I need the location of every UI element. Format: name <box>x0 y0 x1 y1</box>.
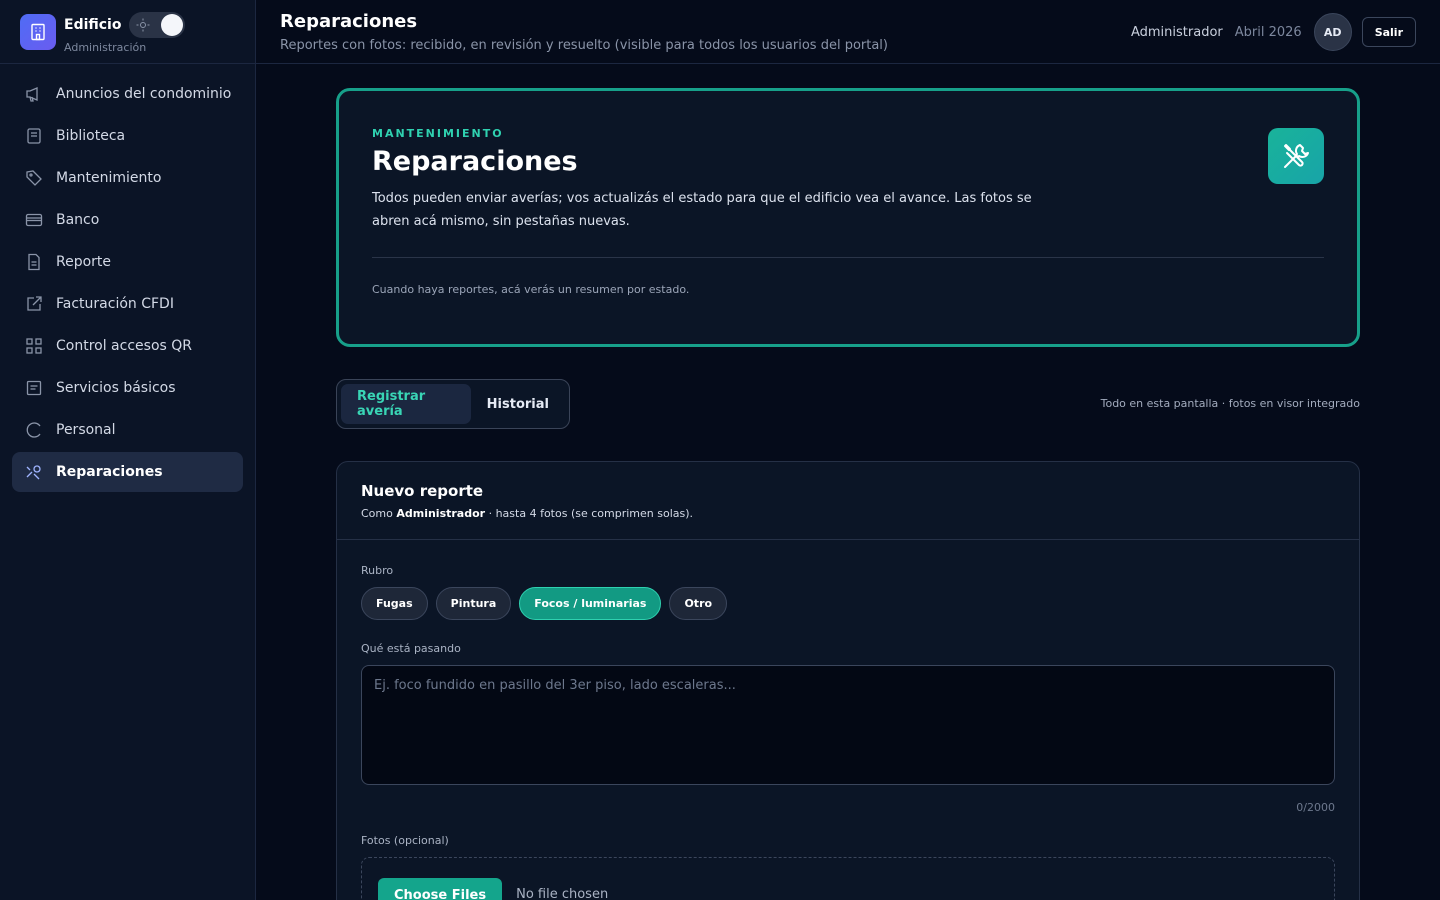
sidebar-item-label: Personal <box>56 422 116 438</box>
megaphone-icon <box>24 84 44 104</box>
new-report-card: Nuevo reporte Como Administrador · hasta… <box>336 461 1360 900</box>
building-icon <box>20 13 56 50</box>
sidebar-item-servicios[interactable]: Servicios básicos <box>12 368 243 408</box>
hero-eyebrow: MANTENIMIENTO <box>372 127 504 140</box>
chip-focos-luminarias[interactable]: Focos / luminarias <box>519 587 662 620</box>
sidebar-item-label: Reparaciones <box>56 464 163 480</box>
tab-historial[interactable]: Historial <box>471 384 565 424</box>
meta-suffix: · hasta 4 fotos (se comprimen solas). <box>488 507 694 520</box>
sidebar-item-facturacion[interactable]: Facturación CFDI <box>12 284 243 324</box>
page-title: Reparaciones <box>280 11 418 32</box>
avatar[interactable]: AD <box>1313 13 1352 51</box>
card-icon <box>24 210 44 230</box>
photos-label: Fotos (opcional) <box>361 834 449 847</box>
loading-icon <box>24 420 44 440</box>
sidebar-item-anuncios[interactable]: Anuncios del condominio <box>12 74 243 114</box>
logout-button[interactable]: Salir <box>1361 17 1416 47</box>
sidebar-item-label: Control accesos QR <box>56 338 192 354</box>
choose-files-button[interactable]: Choose Files <box>378 878 503 900</box>
sidebar-item-control-accesos[interactable]: Control accesos QR <box>12 326 243 366</box>
meta-user: Administrador <box>396 507 486 520</box>
toggle-knob <box>161 13 184 36</box>
sidebar-item-personal[interactable]: Personal <box>12 410 243 450</box>
current-month: Abril 2026 <box>1234 24 1302 40</box>
page-subtitle: Reportes con fotos: recibido, en revisió… <box>280 38 888 53</box>
hero-title: Reparaciones <box>372 146 578 177</box>
brand: Edificio Administración <box>0 0 255 64</box>
user-role: Administrador <box>1130 24 1223 40</box>
sidebar-item-banco[interactable]: Banco <box>12 200 243 240</box>
meta-prefix: Como <box>361 507 393 520</box>
sidebar-nav: Anuncios del condominio Biblioteca Mante… <box>0 64 255 504</box>
tabs: Registrar avería Historial <box>336 379 570 429</box>
hero-card: MANTENIMIENTO Reparaciones Todos pueden … <box>336 88 1360 347</box>
tab-registrar-averia[interactable]: Registrar avería <box>341 384 471 424</box>
sidebar-item-label: Banco <box>56 212 100 228</box>
char-counter: 0/2000 <box>1296 801 1335 814</box>
file-status: No file chosen <box>516 887 609 900</box>
tools-icon <box>24 462 44 482</box>
sidebar-item-label: Facturación CFDI <box>56 296 174 312</box>
sidebar-item-biblioteca[interactable]: Biblioteca <box>12 116 243 156</box>
chip-pintura[interactable]: Pintura <box>435 587 512 620</box>
tag-icon <box>24 168 44 188</box>
category-chips: Fugas Pintura Focos / luminarias Otro <box>361 587 1335 620</box>
sidebar-item-mantenimiento[interactable]: Mantenimiento <box>12 158 243 198</box>
brand-subtitle: Administración <box>64 40 147 54</box>
sidebar-item-label: Mantenimiento <box>56 170 162 186</box>
sidebar-item-reporte[interactable]: Reporte <box>12 242 243 282</box>
description-textarea[interactable] <box>361 665 1335 785</box>
external-edit-icon <box>24 294 44 314</box>
sidebar-item-reparaciones[interactable]: Reparaciones <box>12 452 243 492</box>
hero-note: Cuando haya reportes, acá verás un resum… <box>372 283 690 296</box>
tools-icon <box>1268 128 1324 184</box>
card-meta: Como Administrador · hasta 4 fotos (se c… <box>361 507 1335 520</box>
topbar: Reparaciones Reportes con fotos: recibid… <box>256 0 1440 64</box>
category-label: Rubro <box>361 564 394 577</box>
card-title: Nuevo reporte <box>361 482 484 500</box>
sidebar-item-label: Anuncios del condominio <box>56 86 232 102</box>
sun-icon <box>136 18 150 31</box>
theme-toggle[interactable] <box>129 11 186 38</box>
hero-divider <box>372 257 1324 258</box>
chip-fugas[interactable]: Fugas <box>361 587 428 620</box>
book-icon <box>24 126 44 146</box>
brand-title: Edificio <box>64 16 122 33</box>
sidebar: Edificio Administración Anuncios del con… <box>0 0 256 900</box>
list-box-icon <box>24 378 44 398</box>
chip-otro[interactable]: Otro <box>669 587 728 620</box>
screen-note: Todo en esta pantalla · fotos en visor i… <box>1100 397 1360 410</box>
document-icon <box>24 252 44 272</box>
sidebar-item-label: Reporte <box>56 254 112 270</box>
sidebar-item-label: Servicios básicos <box>56 380 176 396</box>
qr-grid-icon <box>24 336 44 356</box>
photos-dropzone[interactable]: Choose Files No file chosen <box>361 857 1335 900</box>
hero-description: Todos pueden enviar averías; vos actuali… <box>372 191 1032 229</box>
description-label: Qué está pasando <box>361 642 461 655</box>
sidebar-item-label: Biblioteca <box>56 128 126 144</box>
